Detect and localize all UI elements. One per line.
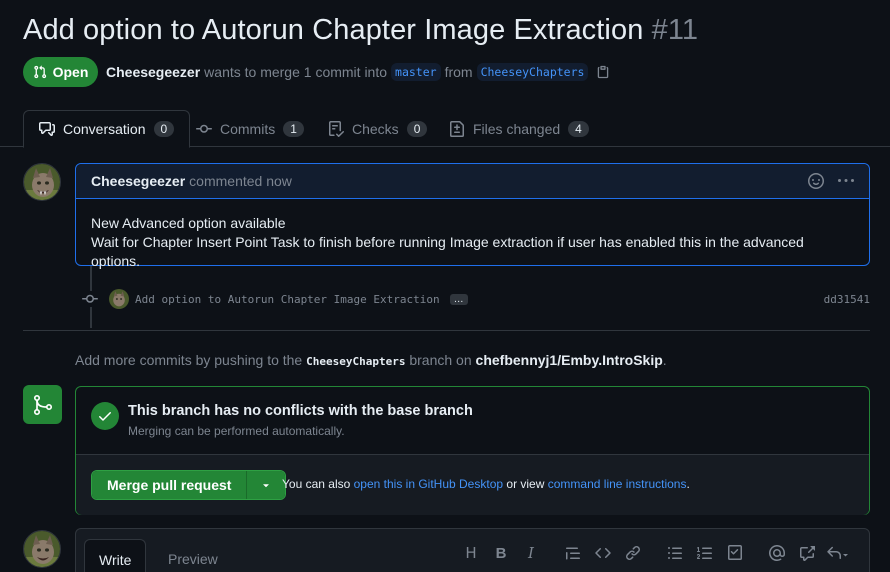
pr-tabs: Conversation 0 Commits 1 Checks 0 Files … <box>0 110 890 148</box>
comment-header: Cheesegeezer commented now <box>76 164 869 199</box>
reply-icon[interactable] <box>822 545 852 561</box>
timeline-divider <box>23 330 870 331</box>
merge-pull-request-button[interactable]: Merge pull request <box>92 471 248 499</box>
merge-box: This branch has no conflicts with the ba… <box>75 386 870 515</box>
comment-discussion-icon <box>39 122 55 136</box>
tab-checks-label: Checks <box>352 120 399 137</box>
push-hint-mid: branch on <box>409 352 472 368</box>
comment-body: New Advanced option available Wait for C… <box>76 199 869 286</box>
mention-icon[interactable] <box>762 545 792 561</box>
italic-button[interactable]: I <box>516 544 546 562</box>
ordered-list-icon[interactable] <box>690 545 720 561</box>
kebab-horizontal-icon[interactable] <box>838 173 854 189</box>
preview-tab[interactable]: Preview <box>154 539 232 572</box>
task-list-icon[interactable] <box>720 545 750 561</box>
push-hint-prefix: Add more commits by pushing to the <box>75 352 303 368</box>
push-hint-repo: chefbennyj1/Emby.IntroSkip <box>475 352 663 368</box>
check-circle-icon <box>91 402 119 430</box>
code-icon[interactable] <box>588 545 618 561</box>
tab-conversation-label: Conversation <box>63 121 146 137</box>
avatar[interactable] <box>23 530 61 568</box>
git-merge-icon <box>33 394 52 415</box>
file-diff-icon <box>450 120 464 137</box>
comment-editor: Write Preview H B I <box>75 528 870 572</box>
merge-method-dropdown[interactable] <box>247 471 286 499</box>
tab-files-changed-label: Files changed <box>473 120 561 137</box>
base-branch-label[interactable]: master <box>391 63 441 81</box>
avatar-image <box>24 164 60 200</box>
checklist-icon <box>329 120 344 137</box>
triangle-down-icon <box>263 484 270 488</box>
avatar[interactable] <box>23 163 61 201</box>
comment-actions <box>808 173 854 189</box>
github-desktop-link[interactable]: open this in GitHub Desktop <box>354 477 503 491</box>
link-icon[interactable] <box>618 545 648 561</box>
also-or: or view <box>506 477 545 491</box>
commit-message-link[interactable]: Add option to Autorun Chapter Image Extr… <box>135 293 440 306</box>
comment-author-link[interactable]: Cheesegeezer <box>91 173 185 189</box>
merge-status: This branch has no conflicts with the ba… <box>76 387 869 455</box>
merge-status-icon-box <box>23 385 62 424</box>
commit-expand-button[interactable]: … <box>449 293 468 305</box>
tab-files-changed-count: 4 <box>568 120 589 137</box>
comment-line-1: New Advanced option available <box>91 215 286 231</box>
pr-author-link[interactable]: Cheesegeezer <box>106 64 200 80</box>
avatar-image <box>24 531 60 567</box>
quote-icon[interactable] <box>558 545 588 561</box>
pr-meta: Cheesegeezer wants to merge 1 commit int… <box>106 63 610 81</box>
pr-title-text: Add option to Autorun Chapter Image Extr… <box>23 14 644 46</box>
tab-conversation-count: 0 <box>153 121 175 137</box>
commit-row: Add option to Autorun Chapter Image Extr… <box>82 288 870 310</box>
copy-icon[interactable] <box>596 65 610 79</box>
tab-commits-label: Commits <box>220 120 276 137</box>
pr-title: Add option to Autorun Chapter Image Extr… <box>23 14 698 47</box>
merge-status-subtitle: Merging can be performed automatically. <box>128 424 345 438</box>
comment-timestamp[interactable]: commented now <box>189 173 292 189</box>
unordered-list-icon[interactable] <box>660 545 690 561</box>
command-line-link[interactable]: command line instructions <box>548 477 687 491</box>
git-pull-request-icon <box>33 65 46 79</box>
markdown-toolbar: H B I <box>456 544 852 562</box>
smiley-icon[interactable] <box>808 173 824 189</box>
heading-button[interactable]: H <box>456 544 486 562</box>
merge-actions: Merge pull request You can also open thi… <box>76 455 869 515</box>
also-prefix: You can also <box>282 477 351 491</box>
push-hint-branch: CheeseyChapters <box>306 355 406 368</box>
check-icon <box>99 412 111 421</box>
commit-sha-link[interactable]: dd31541 <box>824 293 870 306</box>
tab-files-changed[interactable]: Files changed 4 <box>449 110 589 147</box>
also-suffix: . <box>686 477 690 491</box>
comment-line-2: Wait for Chapter Insert Point Task to fi… <box>91 234 804 269</box>
push-hint-suffix: . <box>662 352 667 368</box>
cross-reference-icon[interactable] <box>792 545 822 561</box>
head-branch-label[interactable]: CheeseyChapters <box>476 63 589 81</box>
merge-button-group: Merge pull request <box>91 470 287 500</box>
pr-merge-text: wants to merge 1 commit into <box>204 64 388 80</box>
git-commit-icon <box>82 291 98 307</box>
merge-status-title: This branch has no conflicts with the ba… <box>128 403 473 419</box>
write-tab[interactable]: Write <box>84 539 147 572</box>
tab-conversation[interactable]: Conversation 0 <box>23 110 191 148</box>
bold-button[interactable]: B <box>486 545 516 562</box>
pr-from-text: from <box>444 64 473 80</box>
merge-alternatives: You can also open this in GitHub Desktop… <box>282 477 690 491</box>
pr-number: #11 <box>651 14 699 46</box>
comment-box: Cheesegeezer commented now New Advanced … <box>75 163 870 269</box>
commit-avatar-image <box>109 289 129 309</box>
tab-commits[interactable]: Commits 1 <box>196 110 304 147</box>
commit-author-avatar[interactable] <box>109 289 129 309</box>
tab-checks[interactable]: Checks 0 <box>328 110 428 147</box>
pr-state-badge: Open <box>23 57 98 87</box>
tab-checks-count: 0 <box>406 120 428 137</box>
pr-state-label: Open <box>52 64 89 80</box>
push-hint: Add more commits by pushing to the Chees… <box>75 352 667 368</box>
tab-commits-count: 1 <box>283 120 304 137</box>
git-commit-icon <box>196 124 212 133</box>
